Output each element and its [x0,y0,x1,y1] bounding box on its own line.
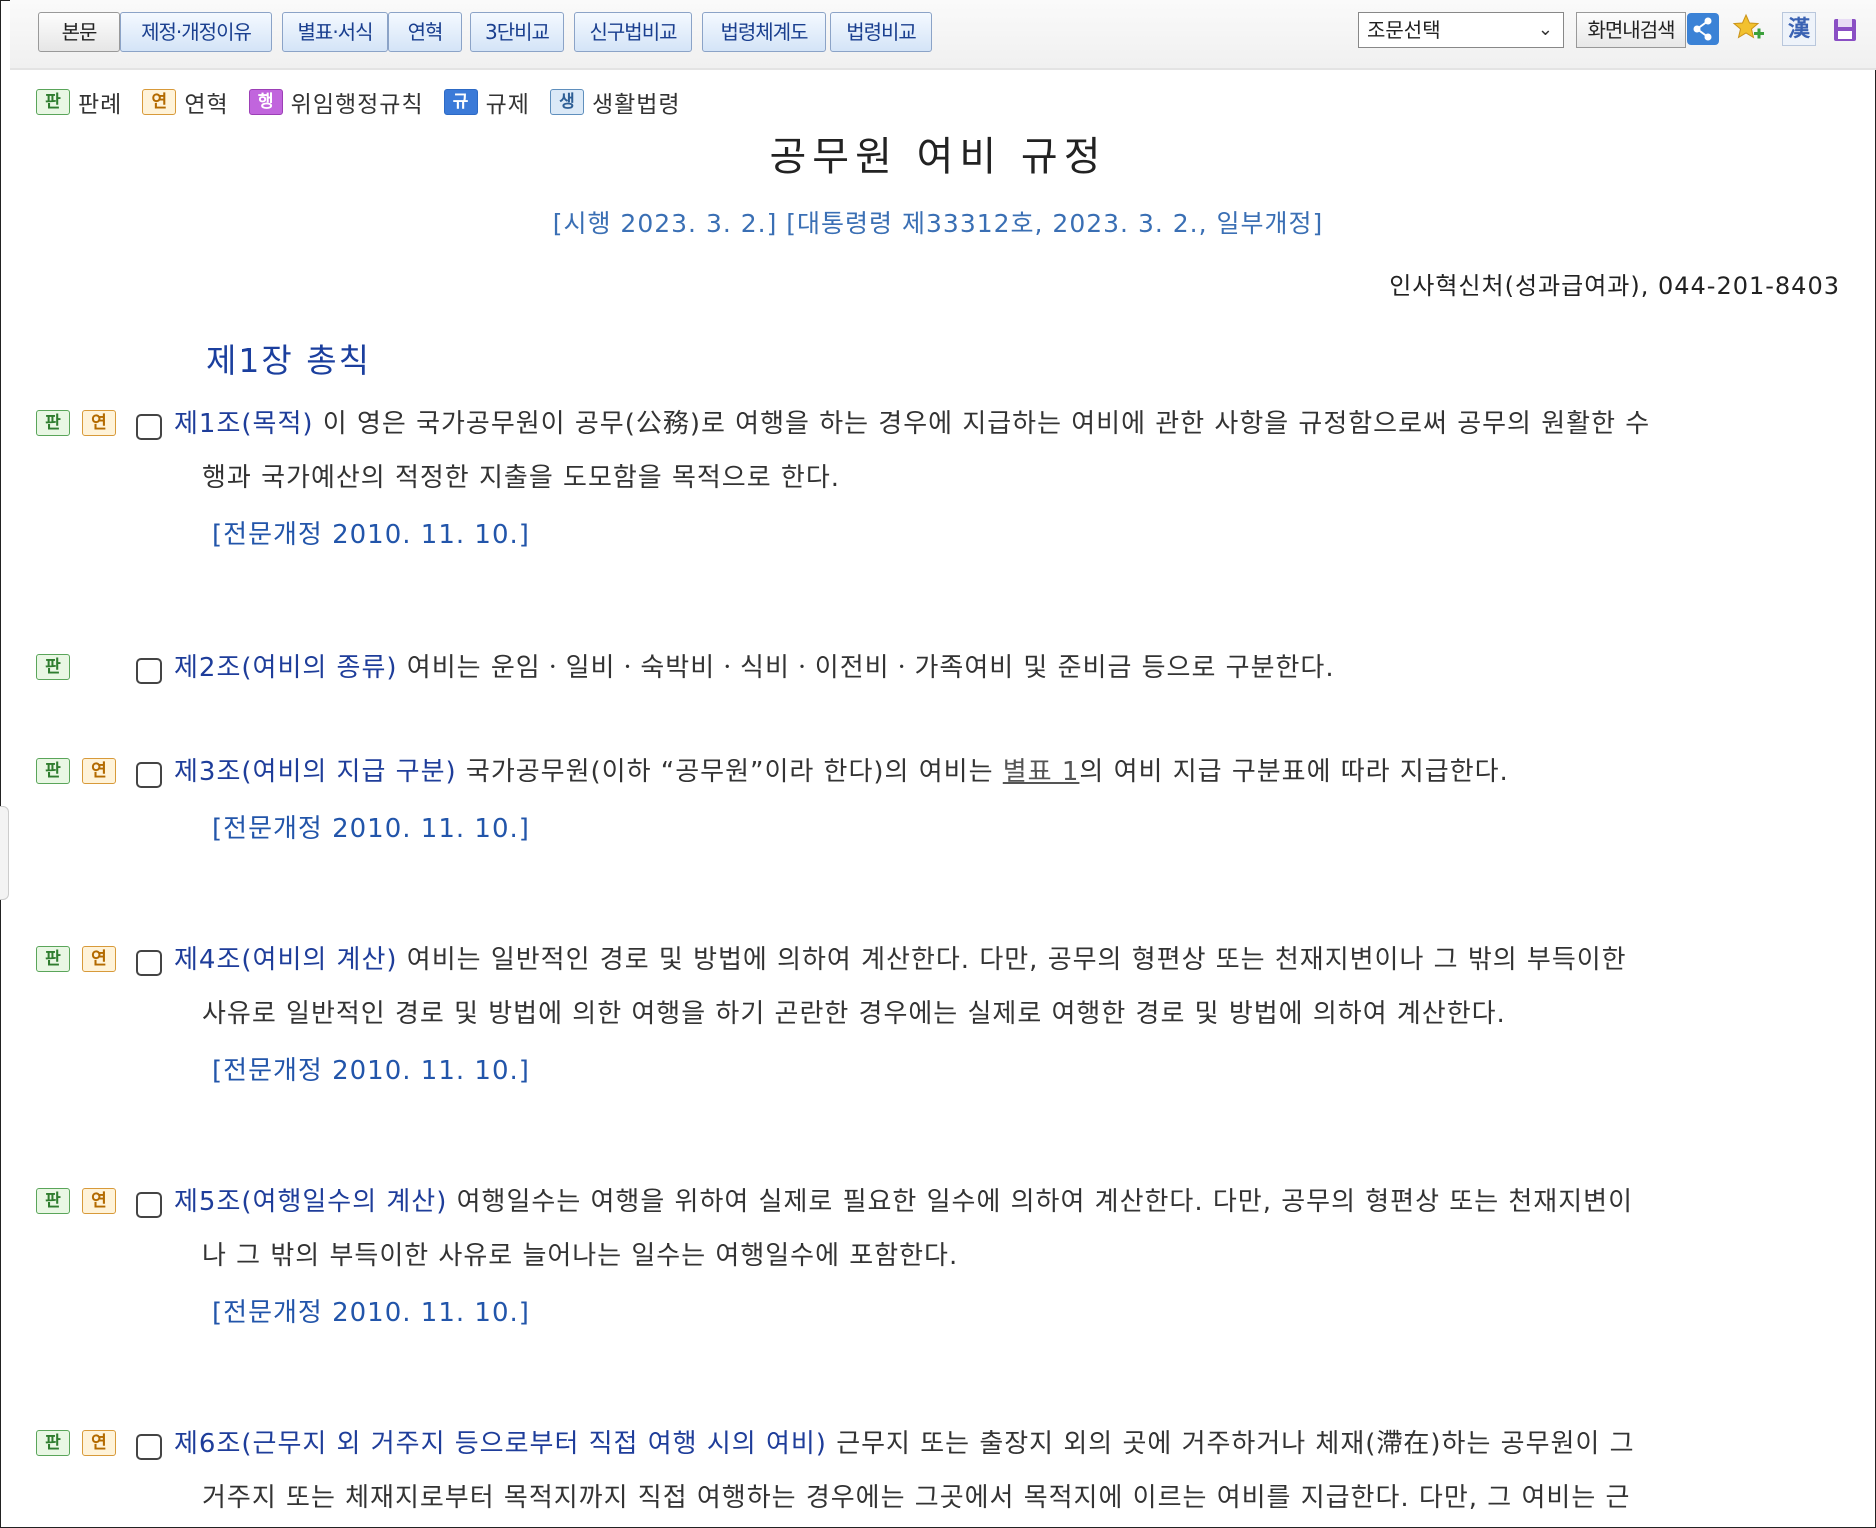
article-text: 여비는 운임ㆍ일비ㆍ숙박비ㆍ식비ㆍ이전비ㆍ가족여비 및 준비금 등으로 구분한다… [397,653,1335,683]
living-law-badge-icon: 생 [549,89,584,115]
revision-note: [전문개정 2010. 11. 10.] [212,520,530,550]
history-badge-icon[interactable]: 연 [82,410,116,436]
history-button[interactable]: 연혁 [388,12,462,52]
legend-label: 위임행정규칙 [290,92,424,118]
enactment-reason-button[interactable]: 제정·개정이유 [120,12,272,52]
favorite-add-icon[interactable] [1732,12,1766,46]
article-text: 여행일수는 여행을 위하여 실제로 필요한 일수에 의하여 계산한다. 다만, … [447,1187,1633,1217]
legend-label: 판례 [78,92,123,118]
legend-label: 생활법령 [591,92,681,118]
history-badge-icon[interactable]: 연 [82,1430,116,1456]
article-text-cont: 나 그 밖의 부득이한 사유로 늘어나는 일수는 여행일수에 포함한다. [202,1241,959,1271]
article-text: 여비는 일반적인 경로 및 방법에 의하여 계산한다. 다만, 공무의 형편상 … [397,945,1627,975]
history-badge-icon[interactable]: 연 [82,946,116,972]
chapter-heading: 제1장 총칙 [206,341,371,380]
article-text: 의 여비 지급 구분표에 따라 지급한다. [1079,757,1509,787]
article-heading[interactable]: 제1조(목적) [174,409,314,439]
body-text-button[interactable]: 본문 [38,12,120,52]
law-title: 공무원 여비 규정 [769,134,1107,180]
article-text-cont: 행과 국가예산의 적정한 지출을 도모함을 목적으로 한다. [202,463,841,493]
article-select[interactable]: 조문선택 ⌄ [1358,12,1564,48]
precedent-badge-icon[interactable]: 판 [36,758,70,784]
article-text-cont: 거주지 또는 체재지로부터 목적지까지 직접 여행하는 경우에는 그곳에서 목적… [202,1483,1631,1513]
precedent-badge-icon[interactable]: 판 [36,946,70,972]
chevron-down-icon: ⌄ [1537,19,1553,40]
legend-item-living-law[interactable]: 생 생활법령 [549,85,681,119]
appendix-1-link[interactable]: 별표 1 [1003,757,1080,787]
history-badge-icon[interactable]: 연 [82,1188,116,1214]
article-text: 국가공무원(이하 “공무원”이라 한다)의 여비는 [456,757,1003,787]
toolbar: 본문 제정·개정이유 별표·서식 연혁 3단비교 신구법비교 법령체계도 법령비… [10,0,1876,70]
in-page-search-button[interactable]: 화면내검색 [1576,12,1686,48]
revision-note: [전문개정 2010. 11. 10.] [212,1056,530,1086]
legend-item-precedent[interactable]: 판 판례 [36,85,122,119]
enforcement-info: [시행 2023. 3. 2.] [대통령령 제33312호, 2023. 3.… [552,209,1324,238]
article-text: 근무지 또는 출장지 외의 곳에 거주하거나 체재(滯在)하는 공무원이 그 [826,1429,1635,1459]
precedent-badge-icon[interactable]: 판 [36,1188,70,1214]
history-badge-icon[interactable]: 연 [82,758,116,784]
article-heading[interactable]: 제4조(여비의 계산) [174,945,398,975]
legend-label: 연혁 [184,92,229,118]
old-new-compare-button[interactable]: 신구법비교 [574,12,692,52]
legend-item-delegated-rules[interactable]: 행 위임행정규칙 [248,85,424,119]
article-checkbox[interactable] [136,762,162,788]
legend-label: 규제 [485,92,530,118]
side-panel-toggle[interactable] [0,806,9,900]
article-checkbox[interactable] [136,950,162,976]
precedent-badge-icon: 판 [36,89,70,115]
article-checkbox[interactable] [136,1192,162,1218]
revision-note: [전문개정 2010. 11. 10.] [212,1298,530,1328]
three-way-compare-button[interactable]: 3단비교 [470,12,564,52]
precedent-badge-icon[interactable]: 판 [36,654,70,680]
regulation-badge-icon: 규 [443,89,478,115]
article-checkbox[interactable] [136,658,162,684]
precedent-badge-icon[interactable]: 판 [36,410,70,436]
article-heading[interactable]: 제5조(여행일수의 계산) [174,1187,447,1217]
save-icon[interactable] [1828,12,1862,46]
revision-note: [전문개정 2010. 11. 10.] [212,814,530,844]
law-compare-button[interactable]: 법령비교 [830,12,932,52]
department-contact: 인사혁신처(성과급여과), 044-201-8403 [1389,272,1840,300]
legend: 판 판례 연 연혁 행 위임행정규칙 규 규제 생 생활법령 [36,86,701,118]
article-select-value: 조문선택 [1367,18,1441,42]
legend-item-regulation[interactable]: 규 규제 [443,85,530,119]
precedent-badge-icon[interactable]: 판 [36,1430,70,1456]
article-text: 이 영은 국가공무원이 공무(公務)로 여행을 하는 경우에 지급하는 여비에 … [313,409,1651,439]
article-heading[interactable]: 제2조(여비의 종류) [174,653,398,683]
article-checkbox[interactable] [136,414,162,440]
appendix-forms-button[interactable]: 별표·서식 [282,12,388,52]
article-heading[interactable]: 제3조(여비의 지급 구분) [174,757,457,787]
law-hierarchy-button[interactable]: 법령체계도 [702,12,826,52]
hanja-icon[interactable]: 漢 [1782,12,1816,46]
article-heading[interactable]: 제6조(근무지 외 거주지 등으로부터 직접 여행 시의 여비) [174,1429,827,1459]
article-text-cont: 사유로 일반적인 경로 및 방법에 의한 여행을 하기 곤란한 경우에는 실제로… [202,999,1506,1029]
history-badge-icon: 연 [142,89,177,115]
delegated-rules-badge-icon: 행 [248,89,283,115]
legend-item-history[interactable]: 연 연혁 [142,85,228,119]
article-checkbox[interactable] [136,1434,162,1460]
share-icon[interactable] [1686,12,1720,46]
